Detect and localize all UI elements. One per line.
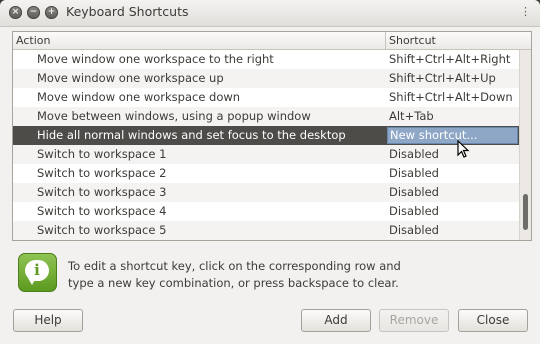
keyboard-shortcuts-window: × − + Keyboard Shortcuts ⋮ Action Shortc… — [0, 0, 540, 344]
window-menu-icon[interactable]: ⋮ — [520, 6, 531, 18]
table-row[interactable]: Switch to workspace 2 Disabled — [13, 164, 519, 183]
row-action: Move window one workspace up — [37, 71, 224, 85]
row-action: Move window one workspace to the right — [37, 52, 274, 66]
table-row[interactable]: Move window one workspace to the right Sh… — [13, 50, 519, 69]
mouse-cursor-icon — [457, 140, 470, 158]
row-action: Hide all normal windows and set focus to… — [37, 128, 346, 142]
row-shortcut[interactable]: Disabled — [389, 147, 439, 161]
row-shortcut[interactable]: Disabled — [389, 185, 439, 199]
header-separator — [385, 32, 386, 49]
table-row[interactable]: Move between windows, using a popup wind… — [13, 107, 519, 126]
vertical-scrollbar[interactable] — [519, 50, 531, 240]
close-button[interactable]: Close — [458, 309, 528, 332]
row-action: Move window one workspace down — [37, 90, 241, 104]
table-rows: Move window one workspace to the right Sh… — [13, 50, 519, 240]
table-row[interactable]: Switch to workspace 3 Disabled — [13, 183, 519, 202]
header-action[interactable]: Action — [16, 34, 50, 47]
row-shortcut[interactable]: Disabled — [389, 204, 439, 218]
row-shortcut[interactable]: Shift+Ctrl+Alt+Right — [389, 52, 510, 66]
scrollbar-thumb[interactable] — [523, 194, 528, 230]
window-title: Keyboard Shortcuts — [66, 4, 189, 19]
row-action: Switch to workspace 2 — [37, 166, 167, 180]
table-row[interactable]: Hide all normal windows and set focus to… — [13, 126, 519, 145]
info-message: To edit a shortcut key, click on the cor… — [68, 259, 401, 290]
table-row[interactable]: Move window one workspace down Shift+Ctrl… — [13, 88, 519, 107]
row-action: Switch to workspace 3 — [37, 185, 167, 199]
row-shortcut[interactable]: Shift+Ctrl+Alt+Up — [389, 71, 496, 85]
close-window-icon[interactable]: × — [9, 6, 22, 19]
shortcuts-list[interactable]: Action Shortcut Move window one workspac… — [12, 31, 532, 241]
title-bar[interactable]: × − + Keyboard Shortcuts ⋮ — [0, 0, 540, 27]
maximize-window-icon[interactable]: + — [45, 6, 58, 19]
add-button[interactable]: Add — [301, 309, 371, 332]
help-button[interactable]: Help — [13, 309, 83, 332]
header-shortcut[interactable]: Shortcut — [389, 34, 436, 47]
info-icon: i — [18, 253, 57, 292]
row-action: Switch to workspace 5 — [37, 223, 167, 237]
table-row[interactable]: Switch to workspace 4 Disabled — [13, 202, 519, 221]
row-action: Switch to workspace 1 — [37, 147, 167, 161]
row-action: Move between windows, using a popup wind… — [37, 109, 311, 123]
row-shortcut[interactable]: Alt+Tab — [389, 109, 434, 123]
shortcut-edit-field[interactable]: New shortcut... — [387, 127, 518, 144]
row-action: Switch to workspace 4 — [37, 204, 167, 218]
row-shortcut[interactable]: Disabled — [389, 223, 439, 237]
table-header: Action Shortcut — [13, 32, 531, 50]
table-row[interactable]: Move window one workspace up Shift+Ctrl+A… — [13, 69, 519, 88]
minimize-window-icon[interactable]: − — [27, 6, 40, 19]
row-shortcut[interactable]: Disabled — [389, 166, 439, 180]
remove-button[interactable]: Remove — [379, 309, 449, 332]
table-row[interactable]: Switch to workspace 5 Disabled — [13, 221, 519, 240]
table-row[interactable]: Switch to workspace 1 Disabled — [13, 145, 519, 164]
row-shortcut[interactable]: Shift+Ctrl+Alt+Down — [389, 90, 513, 104]
